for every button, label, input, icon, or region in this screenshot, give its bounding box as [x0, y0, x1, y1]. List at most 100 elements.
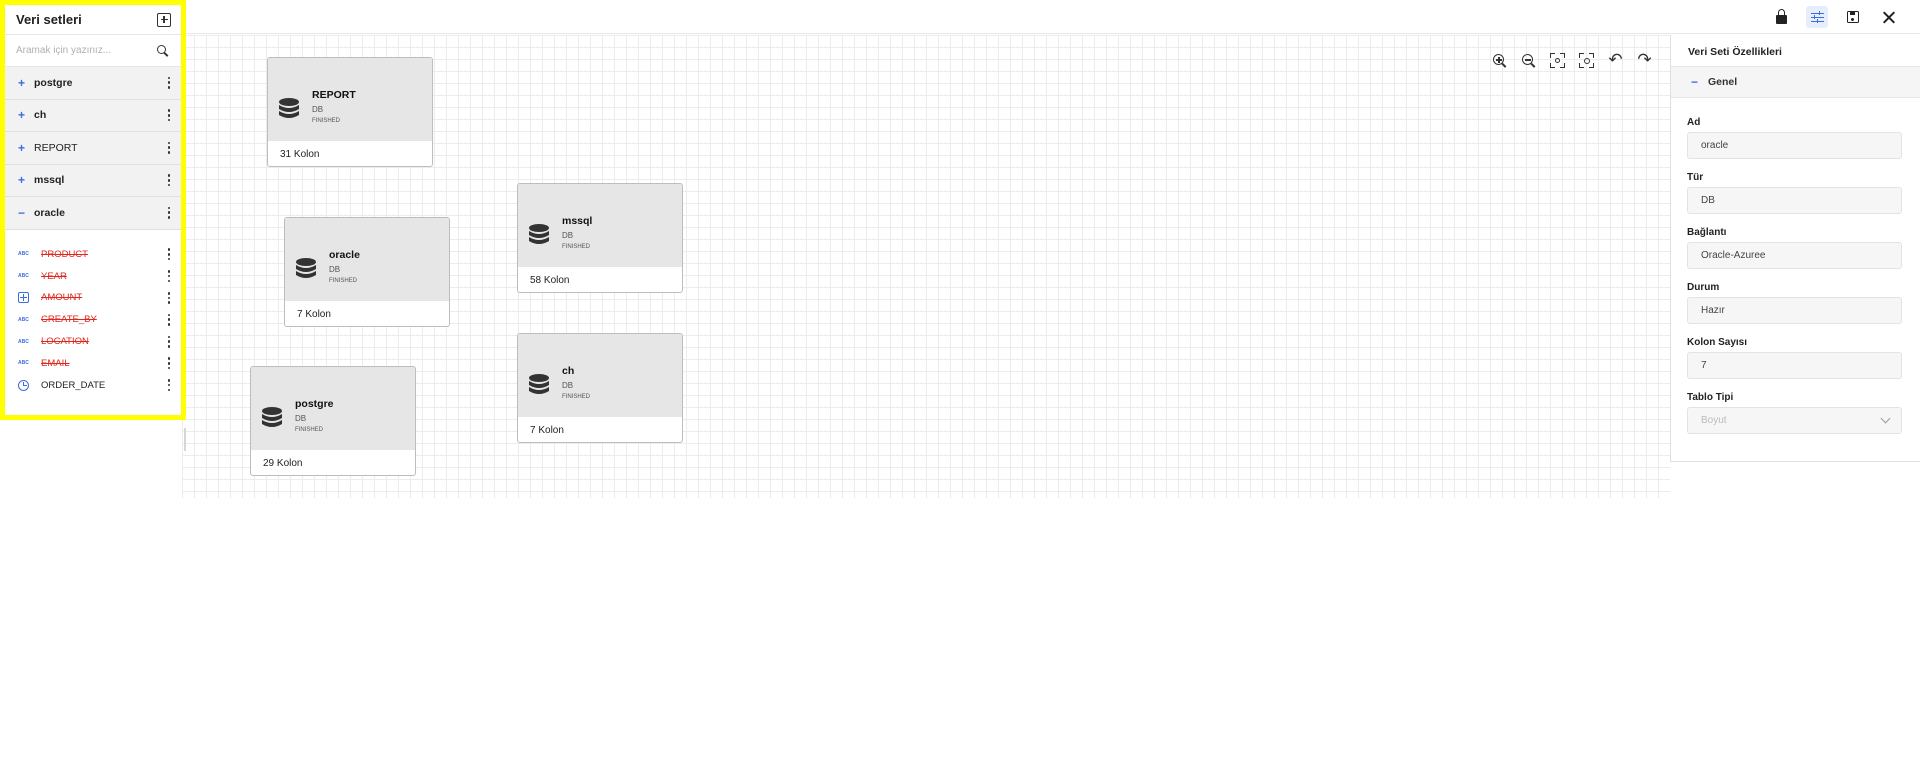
dataset-item-ch[interactable]: + ch	[5, 99, 181, 132]
zoom-out-button[interactable]	[1519, 51, 1538, 70]
node-column-count: 7 Kolon	[530, 425, 564, 436]
search-input[interactable]	[16, 45, 157, 56]
dataset-node-oracle[interactable]: oracle DB FINISHED 7 Kolon	[284, 217, 450, 327]
column-item-email[interactable]: ABC EMAIL	[5, 352, 181, 374]
more-vert-icon[interactable]	[167, 206, 171, 219]
node-name: mssql	[562, 215, 593, 227]
node-column-count: 7 Kolon	[297, 309, 331, 320]
redo-button[interactable]: ↷	[1635, 51, 1654, 70]
node-status: FINISHED	[562, 394, 591, 400]
expand-icon[interactable]: +	[18, 141, 30, 155]
collapse-icon[interactable]: −	[1691, 75, 1705, 89]
more-vert-icon[interactable]	[167, 76, 171, 89]
sidebar-resize-handle[interactable]	[184, 428, 186, 451]
abc-text-icon: ABC	[18, 316, 29, 323]
connection-field[interactable]: Oracle-Azuree	[1687, 242, 1902, 269]
more-vert-icon[interactable]	[167, 291, 171, 304]
more-vert-icon[interactable]	[167, 174, 171, 187]
node-status: FINISHED	[312, 118, 341, 124]
abc-text-icon: ABC	[18, 360, 29, 367]
properties-toggle-button[interactable]	[1806, 6, 1828, 28]
node-header: mssql DB FINISHED	[518, 184, 682, 267]
status-field[interactable]: Hazır	[1687, 297, 1902, 324]
chevron-down-icon	[1880, 413, 1891, 424]
node-name: postgre	[295, 398, 334, 410]
table-type-select[interactable]: Boyut	[1687, 407, 1902, 434]
column-label: PRODUCT	[41, 248, 88, 260]
column-item-amount[interactable]: AMOUNT	[5, 287, 181, 309]
undo-icon: ↶	[1608, 50, 1623, 70]
dataset-item-report[interactable]: + REPORT	[5, 132, 181, 165]
node-header: REPORT DB FINISHED	[268, 58, 432, 141]
node-column-count: 31 Kolon	[280, 149, 320, 160]
database-icon	[262, 407, 282, 427]
node-column-count: 29 Kolon	[263, 458, 303, 469]
collapse-icon[interactable]: −	[18, 206, 30, 220]
node-header: postgre DB FINISHED	[251, 367, 415, 450]
center-view-button[interactable]	[1577, 51, 1596, 70]
column-item-order-date[interactable]: ORDER_DATE	[5, 374, 181, 396]
column-label: EMAIL	[41, 357, 70, 369]
type-field[interactable]: DB	[1687, 187, 1902, 214]
more-vert-icon[interactable]	[167, 313, 171, 326]
dataset-node-report[interactable]: REPORT DB FINISHED 31 Kolon	[267, 57, 433, 167]
type-label: Tür	[1687, 172, 1704, 183]
dataset-node-ch[interactable]: ch DB FINISHED 7 Kolon	[517, 333, 683, 443]
node-name: REPORT	[312, 89, 356, 101]
more-vert-icon[interactable]	[167, 109, 171, 122]
column-item-product[interactable]: ABC PRODUCT	[5, 244, 181, 266]
sidebar-title: Veri setleri	[16, 12, 82, 27]
expand-icon[interactable]: +	[18, 173, 30, 187]
database-icon	[529, 224, 549, 244]
dataset-item-postgre[interactable]: + postgre	[5, 67, 181, 100]
column-list: ABC PRODUCT ABC YEAR AMOUNT ABC CREATE_B…	[5, 229, 181, 397]
column-item-year[interactable]: ABC YEAR	[5, 265, 181, 287]
status-label: Durum	[1687, 282, 1720, 293]
more-vert-icon[interactable]	[167, 357, 171, 370]
dataset-label: oracle	[34, 206, 65, 219]
more-vert-icon[interactable]	[167, 141, 171, 154]
dataset-item-mssql[interactable]: + mssql	[5, 164, 181, 197]
tune-icon	[1810, 11, 1824, 23]
node-header: ch DB FINISHED	[518, 334, 682, 417]
node-status: FINISHED	[562, 244, 591, 250]
more-vert-icon[interactable]	[167, 270, 171, 283]
section-general-toggle[interactable]: − Genel	[1671, 66, 1920, 98]
column-label: ORDER_DATE	[41, 379, 106, 391]
node-type: DB	[295, 414, 307, 423]
expand-icon[interactable]: +	[18, 76, 30, 90]
type-icon-slot	[18, 379, 30, 391]
add-dataset-icon[interactable]	[157, 12, 171, 27]
node-status: FINISHED	[295, 427, 324, 433]
fit-view-button[interactable]	[1548, 51, 1567, 70]
panel-fields: Ad oracle Tür DB Bağlantı Oracle-Azuree …	[1671, 98, 1920, 434]
name-field[interactable]: oracle	[1687, 132, 1902, 159]
lock-button[interactable]	[1770, 6, 1792, 28]
canvas-toolbar: ↶ ↷	[1490, 51, 1654, 70]
column-item-create-by[interactable]: ABC CREATE_BY	[5, 309, 181, 331]
more-vert-icon[interactable]	[167, 379, 171, 392]
node-type: DB	[562, 231, 574, 240]
dataset-item-oracle[interactable]: − oracle	[5, 197, 181, 230]
zoom-in-button[interactable]	[1490, 51, 1509, 70]
search-icon[interactable]	[157, 44, 169, 57]
more-vert-icon[interactable]	[167, 335, 171, 348]
dataset-label: postgre	[34, 76, 73, 89]
fit-view-icon	[1550, 53, 1565, 68]
dataset-sidebar: Veri setleri + postgre + ch + REPORT + m…	[0, 0, 186, 420]
dataset-node-mssql[interactable]: mssql DB FINISHED 58 Kolon	[517, 183, 683, 293]
column-count-field[interactable]: 7	[1687, 352, 1902, 379]
save-button[interactable]	[1842, 6, 1864, 28]
column-label: CREATE_BY	[41, 314, 97, 326]
sidebar-header: Veri setleri	[5, 5, 181, 35]
close-button[interactable]	[1878, 6, 1900, 28]
zoom-out-icon	[1522, 54, 1535, 67]
dataset-node-postgre[interactable]: postgre DB FINISHED 29 Kolon	[250, 366, 416, 476]
more-vert-icon[interactable]	[167, 248, 171, 261]
undo-button[interactable]: ↶	[1606, 51, 1625, 70]
node-name: ch	[562, 365, 575, 377]
expand-icon[interactable]: +	[18, 108, 30, 122]
database-icon	[529, 374, 549, 394]
column-item-location[interactable]: ABC LOCATION	[5, 331, 181, 353]
save-icon	[1847, 11, 1859, 23]
